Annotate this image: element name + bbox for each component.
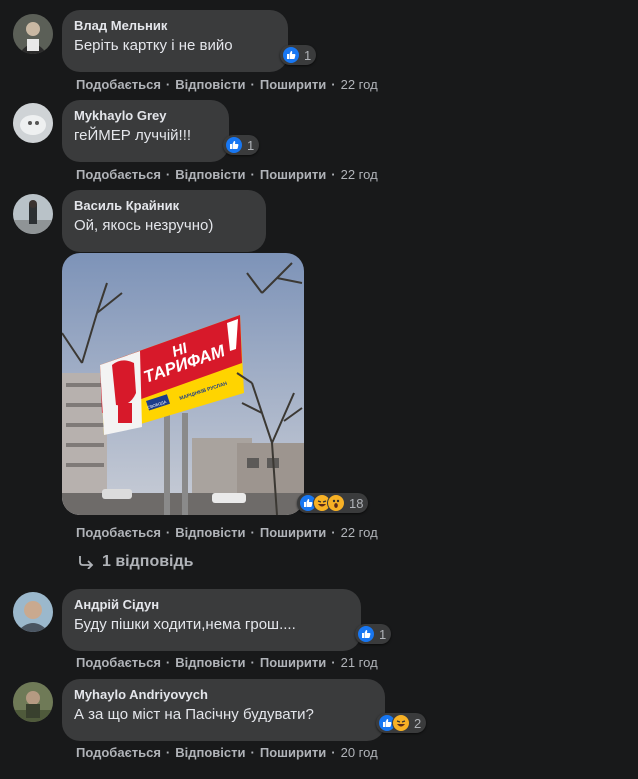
- avatar[interactable]: [13, 14, 53, 54]
- comment-actions: Подобається · Відповісти · Поширити · 22 год: [76, 525, 378, 540]
- comment-text: А за що міст на Пасічну будувати?: [74, 706, 314, 723]
- comment-text: геЙМЕР луччій!!!: [74, 127, 192, 144]
- comment-bubble: Myhaylo Andriyovych А за що міст на Пасі…: [62, 679, 385, 741]
- comment-bubble: Василь Крайник Ой, якось незручно): [62, 190, 266, 252]
- reaction-count[interactable]: 18: [297, 493, 369, 513]
- timestamp[interactable]: 22 год: [341, 167, 378, 182]
- comment-actions: Подобається · Відповісти · Поширити · 22 год: [76, 167, 378, 182]
- comment-author[interactable]: Myhaylo Andriyovych: [74, 687, 373, 703]
- comment-author[interactable]: Андрій Сідун: [74, 597, 349, 613]
- avatar[interactable]: [13, 103, 53, 143]
- comment-actions: Подобається · Відповісти · Поширити · 20 год: [76, 745, 378, 760]
- comment-author[interactable]: Влад Мельник: [74, 18, 276, 34]
- like-button[interactable]: Подобається: [76, 77, 161, 92]
- reply-button[interactable]: Відповісти: [175, 745, 245, 760]
- like-button[interactable]: Подобається: [76, 745, 161, 760]
- share-button[interactable]: Поширити: [260, 167, 326, 182]
- reply-button[interactable]: Відповісти: [175, 77, 245, 92]
- avatar[interactable]: [13, 194, 53, 234]
- share-button[interactable]: Поширити: [260, 745, 326, 760]
- timestamp[interactable]: 20 год: [341, 745, 378, 760]
- comment-bubble: Влад Мельник Беріть картку і не вийо: [62, 10, 288, 72]
- comment-photo-billboard[interactable]: НІ ТАРИФАМ СВОБОДА МАРЦІНКІВ РУСЛАН: [62, 253, 304, 515]
- reaction-count[interactable]: 2: [376, 713, 427, 733]
- comment-author[interactable]: Mykhaylo Grey: [74, 108, 217, 124]
- like-icon: [282, 46, 300, 64]
- reaction-count[interactable]: 1: [355, 624, 392, 644]
- like-button[interactable]: Подобається: [76, 525, 161, 540]
- comment-bubble: Андрій Сідун Буду пішки ходити,нема грош…: [62, 589, 361, 651]
- avatar[interactable]: [13, 682, 53, 722]
- comment-bubble: Mykhaylo Grey геЙМЕР луччій!!!: [62, 100, 229, 162]
- avatar[interactable]: [13, 592, 53, 632]
- comment-actions: Подобається · Відповісти · Поширити · 21 год: [76, 655, 378, 670]
- comment-text: Беріть картку і не вийо: [74, 37, 233, 54]
- reply-arrow-icon: [78, 555, 94, 569]
- like-button[interactable]: Подобається: [76, 167, 161, 182]
- comment-actions: Подобається · Відповісти · Поширити · 22 год: [76, 77, 378, 92]
- reply-button[interactable]: Відповісти: [175, 655, 245, 670]
- view-replies-link[interactable]: 1 відповідь: [78, 553, 194, 571]
- share-button[interactable]: Поширити: [260, 525, 326, 540]
- reaction-count[interactable]: 1: [280, 45, 317, 65]
- like-button[interactable]: Подобається: [76, 655, 161, 670]
- like-icon: [357, 625, 375, 643]
- haha-icon: [392, 714, 410, 732]
- comment-text: Буду пішки ходити,нема грош....: [74, 616, 296, 633]
- timestamp[interactable]: 21 год: [341, 655, 378, 670]
- like-icon: [225, 136, 243, 154]
- comment-text: Ой, якось незручно): [74, 217, 214, 234]
- timestamp[interactable]: 22 год: [341, 525, 378, 540]
- share-button[interactable]: Поширити: [260, 77, 326, 92]
- reply-button[interactable]: Відповісти: [175, 525, 245, 540]
- timestamp[interactable]: 22 год: [341, 77, 378, 92]
- reply-button[interactable]: Відповісти: [175, 167, 245, 182]
- comment-author[interactable]: Василь Крайник: [74, 198, 254, 214]
- wow-icon: [327, 494, 345, 512]
- reaction-count[interactable]: 1: [223, 135, 260, 155]
- share-button[interactable]: Поширити: [260, 655, 326, 670]
